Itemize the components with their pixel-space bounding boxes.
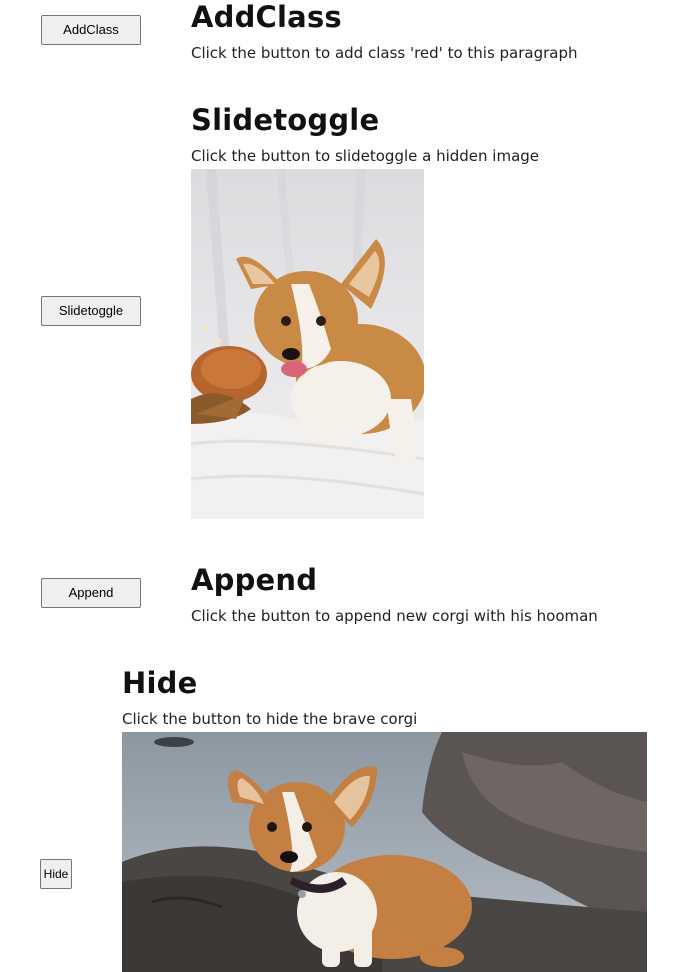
- addclass-button[interactable]: AddClass: [41, 15, 141, 45]
- addclass-heading: AddClass: [191, 0, 342, 34]
- corgi-photo-lying: [191, 169, 424, 519]
- hide-paragraph: Click the button to hide the brave corgi: [122, 710, 418, 728]
- hide-button[interactable]: Hide: [40, 859, 72, 889]
- hide-heading: Hide: [122, 666, 198, 700]
- slidetoggle-paragraph: Click the button to slidetoggle a hidden…: [191, 147, 540, 165]
- slidetoggle-heading: Slidetoggle: [191, 103, 380, 137]
- addclass-paragraph: Click the button to add class 'red' to t…: [191, 44, 578, 62]
- append-heading: Append: [191, 563, 318, 597]
- corgi-photo-rocks: [122, 732, 647, 972]
- page: AddClass AddClass Click the button to ad…: [0, 0, 678, 972]
- append-button[interactable]: Append: [41, 578, 141, 608]
- append-paragraph: Click the button to append new corgi wit…: [191, 607, 598, 625]
- slidetoggle-button[interactable]: Slidetoggle: [41, 296, 141, 326]
